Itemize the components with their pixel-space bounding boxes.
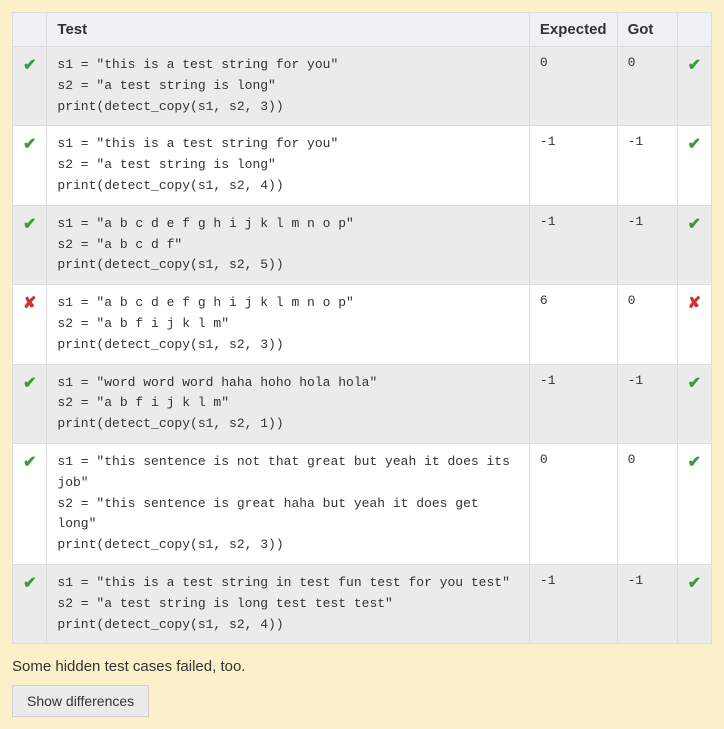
check-icon: ✔ bbox=[688, 136, 701, 153]
got-value: -1 bbox=[617, 126, 677, 205]
pass-icon: ✔ bbox=[13, 364, 47, 443]
table-row: ✔ s1 = "this is a test string in test fun… bbox=[13, 564, 712, 643]
expected-value: 0 bbox=[529, 47, 617, 126]
check-icon: ✔ bbox=[23, 375, 36, 392]
check-icon: ✔ bbox=[688, 454, 701, 471]
got-value: -1 bbox=[617, 205, 677, 284]
check-icon: ✔ bbox=[23, 136, 36, 153]
expected-value: 6 bbox=[529, 285, 617, 364]
pass-icon: ✔ bbox=[13, 443, 47, 564]
test-code-cell: s1 = "this is a test string for you" s2 … bbox=[47, 47, 529, 126]
pass-icon: ✔ bbox=[677, 126, 711, 205]
got-value: 0 bbox=[617, 443, 677, 564]
test-code: s1 = "word word word haha hoho hola hola… bbox=[57, 373, 518, 435]
fail-icon: ✘ bbox=[677, 285, 711, 364]
check-icon: ✔ bbox=[688, 575, 701, 592]
pass-icon: ✔ bbox=[13, 47, 47, 126]
test-code: s1 = "this is a test string for you" s2 … bbox=[57, 55, 518, 117]
check-icon: ✔ bbox=[688, 216, 701, 233]
test-code: s1 = "a b c d e f g h i j k l m n o p" s… bbox=[57, 214, 518, 276]
cross-icon: ✘ bbox=[688, 295, 701, 312]
got-value: 0 bbox=[617, 285, 677, 364]
expected-value: -1 bbox=[529, 126, 617, 205]
expected-value: -1 bbox=[529, 564, 617, 643]
test-code: s1 = "this is a test string for you" s2 … bbox=[57, 134, 518, 196]
header-expected: Expected bbox=[529, 13, 617, 47]
test-code-cell: s1 = "this sentence is not that great bu… bbox=[47, 443, 529, 564]
test-code: s1 = "this sentence is not that great bu… bbox=[57, 452, 518, 556]
pass-icon: ✔ bbox=[677, 443, 711, 564]
test-code: s1 = "this is a test string in test fun … bbox=[57, 573, 518, 635]
fail-icon: ✘ bbox=[13, 285, 47, 364]
test-results-table: Test Expected Got ✔ s1 = "this is a test … bbox=[12, 12, 712, 644]
hidden-tests-note: Some hidden test cases failed, too. bbox=[12, 658, 712, 675]
pass-icon: ✔ bbox=[677, 564, 711, 643]
expected-value: 0 bbox=[529, 443, 617, 564]
check-icon: ✔ bbox=[23, 454, 36, 471]
got-value: -1 bbox=[617, 564, 677, 643]
expected-value: -1 bbox=[529, 205, 617, 284]
header-result bbox=[677, 13, 711, 47]
pass-icon: ✔ bbox=[13, 205, 47, 284]
header-status bbox=[13, 13, 47, 47]
test-code-cell: s1 = "this is a test string in test fun … bbox=[47, 564, 529, 643]
pass-icon: ✔ bbox=[677, 205, 711, 284]
table-row: ✘ s1 = "a b c d e f g h i j k l m n o p" … bbox=[13, 285, 712, 364]
show-differences-button[interactable]: Show differences bbox=[12, 685, 149, 717]
table-row: ✔ s1 = "a b c d e f g h i j k l m n o p" … bbox=[13, 205, 712, 284]
check-icon: ✔ bbox=[688, 375, 701, 392]
pass-icon: ✔ bbox=[677, 47, 711, 126]
check-icon: ✔ bbox=[688, 57, 701, 74]
cross-icon: ✘ bbox=[23, 295, 36, 312]
table-row: ✔ s1 = "this is a test string for you" s2… bbox=[13, 126, 712, 205]
check-icon: ✔ bbox=[23, 57, 36, 74]
check-icon: ✔ bbox=[23, 575, 36, 592]
pass-icon: ✔ bbox=[677, 364, 711, 443]
got-value: 0 bbox=[617, 47, 677, 126]
expected-value: -1 bbox=[529, 364, 617, 443]
test-code-cell: s1 = "a b c d e f g h i j k l m n o p" s… bbox=[47, 285, 529, 364]
header-got: Got bbox=[617, 13, 677, 47]
pass-icon: ✔ bbox=[13, 564, 47, 643]
pass-icon: ✔ bbox=[13, 126, 47, 205]
table-row: ✔ s1 = "this is a test string for you" s2… bbox=[13, 47, 712, 126]
test-code-cell: s1 = "this is a test string for you" s2 … bbox=[47, 126, 529, 205]
got-value: -1 bbox=[617, 364, 677, 443]
test-code-cell: s1 = "a b c d e f g h i j k l m n o p" s… bbox=[47, 205, 529, 284]
check-icon: ✔ bbox=[23, 216, 36, 233]
table-row: ✔ s1 = "this sentence is not that great b… bbox=[13, 443, 712, 564]
test-code-cell: s1 = "word word word haha hoho hola hola… bbox=[47, 364, 529, 443]
header-test: Test bbox=[47, 13, 529, 47]
table-row: ✔ s1 = "word word word haha hoho hola hol… bbox=[13, 364, 712, 443]
test-code: s1 = "a b c d e f g h i j k l m n o p" s… bbox=[57, 293, 518, 355]
